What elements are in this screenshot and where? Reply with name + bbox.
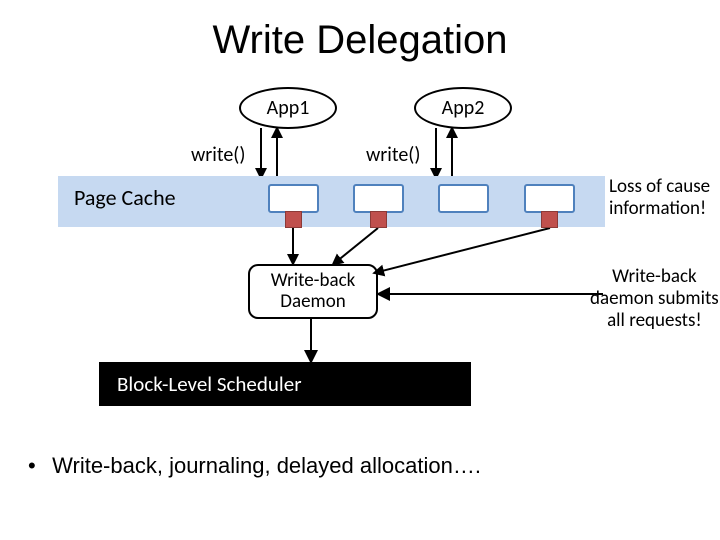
wbdaemon-line1: Write-back bbox=[271, 269, 356, 292]
cache-block-1 bbox=[268, 184, 319, 213]
arrow-daemon-to-scheduler bbox=[303, 319, 319, 365]
arrow-cache1-to-daemon bbox=[285, 228, 305, 268]
bullet-line: • Write-back, journaling, delayed alloca… bbox=[28, 453, 481, 479]
bullet-text: Write-back, journaling, delayed allocati… bbox=[52, 453, 481, 478]
page-cache-label: Page Cache bbox=[74, 184, 176, 211]
cache-block-4 bbox=[524, 184, 575, 213]
arrow-app1-up bbox=[270, 128, 284, 180]
write1-label: write() bbox=[191, 143, 245, 167]
submit-note-line1: Write-back bbox=[612, 265, 697, 288]
app1-node: App1 bbox=[239, 87, 337, 129]
cache-block-3 bbox=[438, 184, 489, 213]
arrow-cache4-to-daemon bbox=[372, 228, 562, 278]
submit-note-line2: daemon submits bbox=[590, 287, 719, 310]
dirty-marker-3 bbox=[541, 211, 558, 228]
wbdaemon-line2: Daemon bbox=[280, 290, 345, 313]
app1-label: App1 bbox=[267, 96, 310, 120]
submit-note-line3: all requests! bbox=[607, 309, 702, 332]
app2-label: App2 bbox=[442, 96, 485, 120]
writeback-daemon-node: Write-back Daemon bbox=[248, 264, 378, 319]
app2-node: App2 bbox=[414, 87, 512, 129]
slide-title: Write Delegation bbox=[0, 18, 720, 63]
loss-note-line2: information! bbox=[609, 197, 706, 220]
cache-block-2 bbox=[353, 184, 404, 213]
loss-note-line1: Loss of cause bbox=[609, 175, 710, 198]
arrow-note-to-daemon bbox=[378, 286, 608, 302]
write2-label: write() bbox=[366, 143, 420, 167]
bullet-dot-icon: • bbox=[28, 453, 46, 479]
scheduler-label: Block-Level Scheduler bbox=[117, 371, 302, 397]
submit-note: Write-back daemon submits all requests! bbox=[590, 266, 719, 332]
arrow-app1-down bbox=[254, 128, 268, 180]
arrow-app2-up bbox=[445, 128, 459, 180]
block-level-scheduler: Block-Level Scheduler bbox=[99, 362, 471, 406]
loss-note: Loss of cause information! bbox=[609, 176, 710, 220]
dirty-marker-2 bbox=[370, 211, 387, 228]
dirty-marker-1 bbox=[285, 211, 302, 228]
slide: Write Delegation App1 App2 write() write… bbox=[0, 0, 720, 540]
arrow-app2-down bbox=[429, 128, 443, 180]
